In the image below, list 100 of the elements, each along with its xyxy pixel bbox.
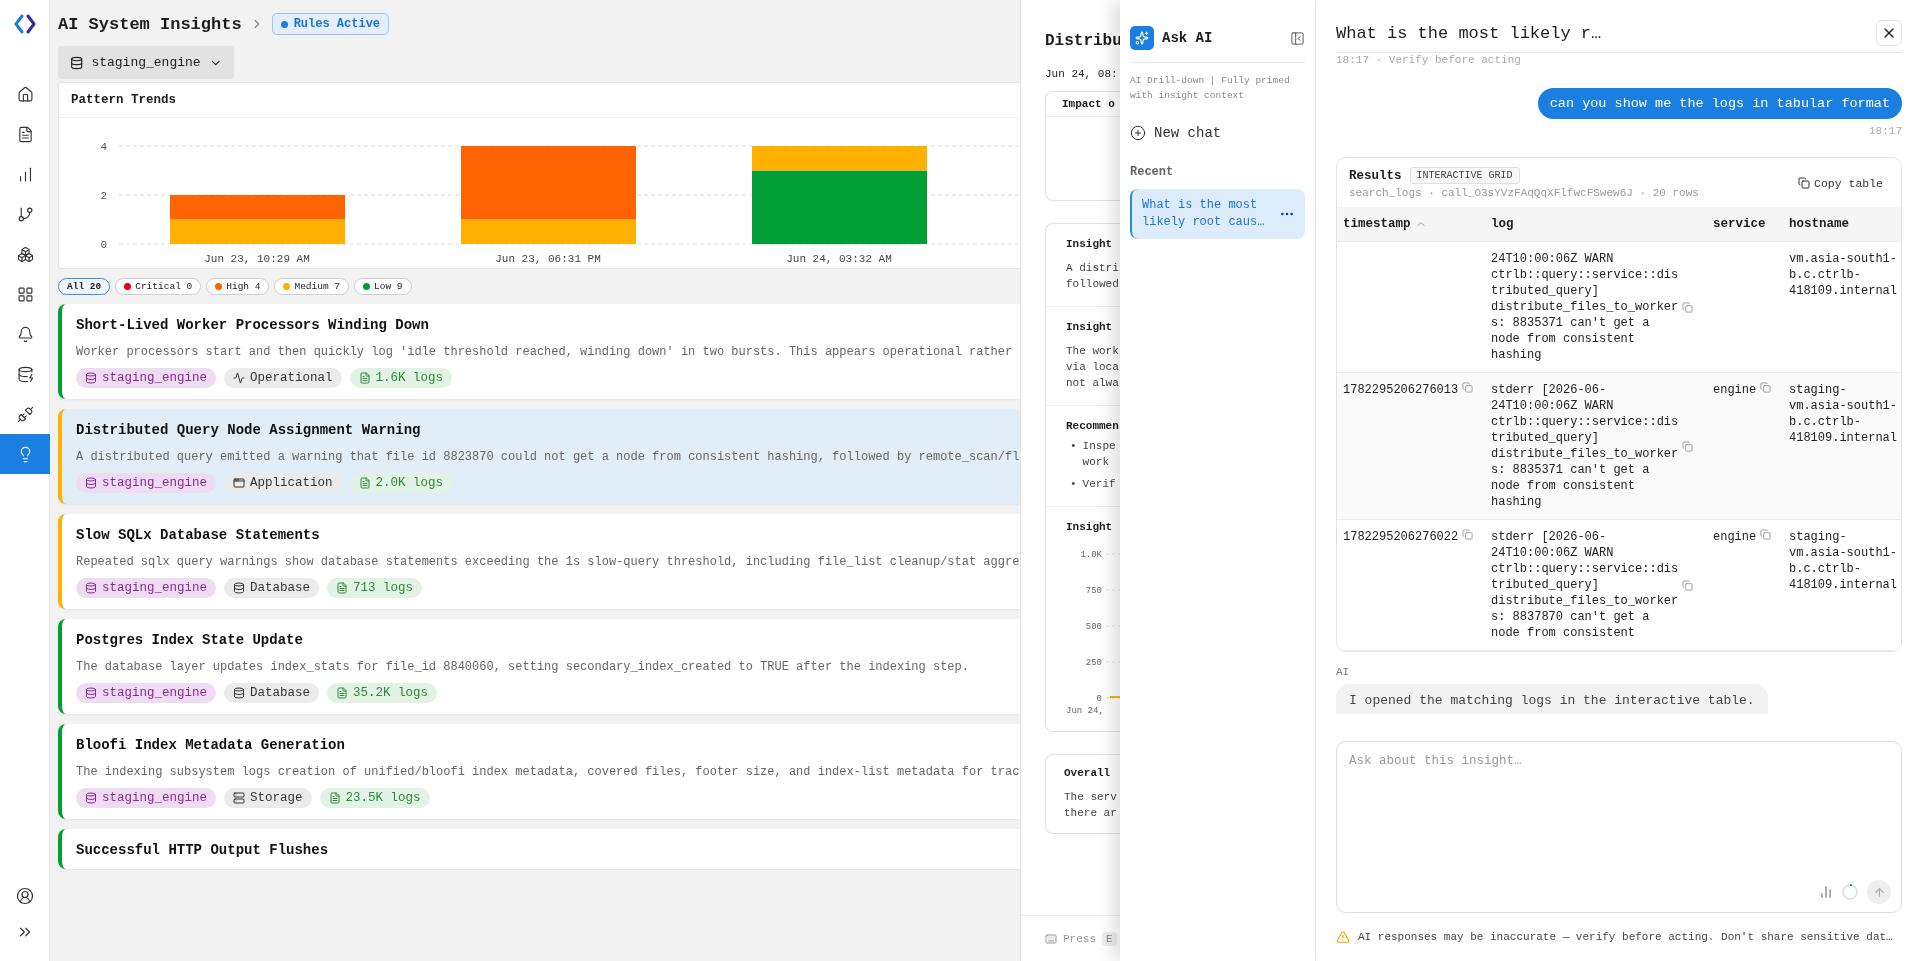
user-message: can you show me the logs in tabular format [1537, 88, 1902, 119]
source-dropdown[interactable]: staging_engine [58, 46, 234, 79]
section-title: Insight [1066, 321, 1114, 333]
axis-label: 0 [1096, 694, 1102, 704]
insight-title: Postgres Index State Update [76, 632, 304, 648]
page-title: AI System Insights [58, 14, 242, 34]
window-icon [233, 477, 246, 489]
logs-tag: 23.5K logs [319, 788, 430, 808]
table-cell: vm.asia-south1-b.c.ctrlb-418109.internal [1789, 251, 1897, 299]
chat-subtitle: 18:17 · Verify before acting [1336, 54, 1522, 66]
filter-chip[interactable]: Critical 0 [115, 278, 202, 295]
user-icon[interactable] [15, 887, 34, 905]
source-tag: staging_engine [76, 788, 217, 808]
table-cell: stderr [2026-06-24T10:00:06Z WARN ctrlb::query::service::distributed_query] distribute_files_to_workers: 8837870 can't get a node from consistent [1491, 529, 1679, 641]
axis-label: 2 [100, 190, 107, 202]
document-icon [358, 372, 371, 384]
insight-description: A distributed query emitted a warning that file id 8823870 could not get a node from consistent hashing, followed by remote_scan/fl [76, 450, 1020, 464]
category-tag: Application [224, 473, 342, 493]
insight-description: The indexing subsystem logs creation of unified/bloofi index metadata, covered files, footer size, and index-list metadata for trac [76, 765, 1020, 779]
insight-card[interactable] [58, 304, 1020, 399]
chat-title: What is the most likely r… [1336, 23, 1602, 43]
logs-tag: 35.2K logs [327, 683, 438, 703]
category-tag: Database [224, 578, 320, 598]
database-icon [16, 365, 34, 383]
axis-label: 0 [100, 239, 107, 251]
sidebar-title: Ask AI [1162, 30, 1213, 46]
insight-card[interactable]: Postgres Index State Update The database layer updates index_stats for file_id 8840060, setting secondary_index_created to TRUE after the indexing step. staging_engine Database 35.2K logs [58, 619, 1020, 714]
insight-card[interactable]: Successful HTTP Output Flushes [58, 829, 1020, 869]
recent-chat[interactable]: What is the most likely root caus… [1130, 189, 1305, 239]
collapse-button[interactable] [1290, 30, 1305, 46]
filter-chip[interactable]: Medium 7 [274, 278, 350, 295]
database-icon [85, 582, 97, 594]
axis-label: Jun 23, 10:29 AM [204, 253, 310, 265]
logo-icon[interactable] [12, 12, 37, 36]
copy-table-button[interactable]: Copy table [1792, 175, 1889, 191]
table-cell: 1782295206276013 [1343, 382, 1459, 398]
category-tag: Database [224, 683, 320, 703]
logs-tag: 2.0K logs [349, 473, 453, 493]
insight-card[interactable]: Slow SQLx Database Statements Repeated sqlx query warnings show database statements exceeding the 1s slow-query threshold, including file_list cleanup/stat aggre staging_engine Database 713 logs [58, 514, 1020, 609]
table-cell: engine [1713, 382, 1757, 398]
message-field[interactable]: Ask about this insight… [1336, 741, 1902, 913]
filter-chip[interactable]: Low 9 [354, 278, 412, 295]
keyboard-icon [1045, 932, 1057, 945]
home-icon [16, 85, 34, 103]
grid-badge: INTERACTIVE GRID [1409, 167, 1520, 184]
table-cell: staging-vm.asia-south1-b.c.ctrlb-418109.internal [1789, 382, 1897, 446]
insight-title: Bloofi Index Metadata Generation [76, 737, 346, 753]
column-header[interactable]: hostname [1789, 207, 1901, 241]
bell-icon [16, 325, 34, 343]
axis-label: Jun 24, 03:32 AM [786, 253, 892, 265]
insight-title: Successful HTTP Output Flushes [76, 842, 330, 858]
filter-chip[interactable]: High 4 [206, 278, 270, 295]
panel-title: Distribu [1045, 32, 1120, 50]
column-header[interactable]: service [1713, 207, 1789, 241]
grid-icon [16, 285, 34, 303]
database-icon [233, 582, 246, 594]
category-tag: Operational [224, 368, 342, 388]
disclaimer-text: AI responses may be inaccurate — verify before acting. Don't share sensitive dat… [1358, 931, 1893, 943]
plug-icon [16, 405, 34, 423]
new-chat-button[interactable]: New chat [1130, 125, 1222, 141]
document-icon [336, 582, 349, 594]
insight-description: The database layer updates index_stats for file_id 8840060, setting secondary_index_created to TRUE after the indexing step. [76, 660, 970, 674]
close-button[interactable] [1876, 20, 1902, 46]
database-icon [85, 687, 97, 699]
sidebar-subtitle: AI Drill-down | Fully primed with insight context [1130, 74, 1291, 103]
filter-chip[interactable]: All 20 [58, 278, 111, 295]
section-title: Insight [1066, 521, 1114, 533]
database-icon [233, 687, 246, 699]
insight-card[interactable]: Bloofi Index Metadata Generation The indexing subsystem logs creation of unified/bloofi index metadata, covered files, footer size, and index-list metadata for trac staging_engine Storage 23.5K logs [58, 724, 1020, 819]
axis-label: Jun 23, 06:31 PM [495, 253, 601, 265]
spinner-icon [1841, 883, 1859, 901]
column-header[interactable]: log [1491, 207, 1713, 241]
bullet: • [1070, 439, 1077, 454]
insight-title: Slow SQLx Database Statements [76, 527, 321, 543]
list-item: Inspe work [1082, 439, 1117, 470]
section-text: A distri followed [1066, 261, 1119, 292]
source-tag: staging_engine [76, 683, 217, 703]
section-text: The work via loca not alwa [1066, 344, 1119, 391]
branch-icon [16, 205, 34, 223]
insight-card[interactable] [58, 409, 1020, 504]
key-cap: E [1102, 931, 1117, 946]
pulse-icon [233, 372, 246, 384]
card-title: Pattern Trends [59, 83, 1020, 118]
axis-label: Jun 24, [1066, 706, 1104, 716]
panel-timestamp: Jun 24, 08: [1045, 68, 1119, 80]
results-title: Results [1349, 168, 1402, 183]
category-tag: Storage [224, 788, 312, 808]
database-icon [85, 792, 97, 804]
insight-description: Worker processors start and then quickly log 'idle threshold reached, winding down' in two bursts. This appears operational rather [76, 345, 1014, 359]
plus-icon [1130, 125, 1146, 141]
database-icon [70, 55, 84, 70]
bars-icon[interactable] [1819, 885, 1833, 899]
table-cell: stderr [2026-06-24T10:00:06Z WARN ctrlb::query::service::distributed_query] distribute_files_to_workers: 8835371 can't get a node from consistent hashing [1491, 382, 1679, 510]
hint-text: Press [1063, 932, 1096, 945]
bullet: • [1070, 477, 1077, 492]
column-header[interactable]: timestamp [1343, 207, 1491, 241]
sparkle-icon [1130, 26, 1154, 50]
message-time: 18:17 [1869, 125, 1902, 137]
axis-label: 250 [1085, 658, 1102, 668]
axis-label: 750 [1085, 586, 1102, 596]
